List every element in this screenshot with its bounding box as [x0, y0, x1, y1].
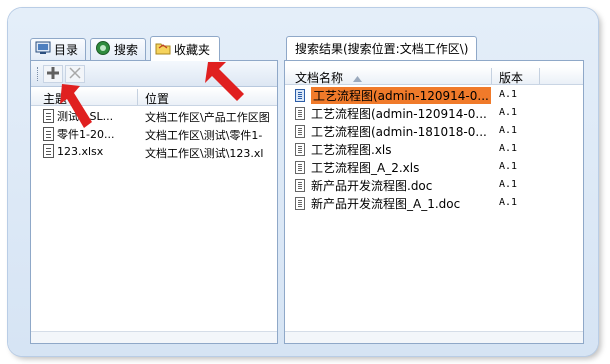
row-document-name: 工艺流程图_A_2.xls: [311, 161, 420, 175]
row-version: A.1: [499, 143, 518, 154]
row-version: A.1: [499, 161, 518, 172]
column-location[interactable]: 位置: [145, 90, 169, 107]
row-location: 文档工作区\测试\123.xl: [145, 147, 264, 160]
tab-favorites-label: 收藏夹: [174, 42, 211, 57]
add-favorite-button[interactable]: [43, 65, 63, 83]
document-icon: [295, 125, 305, 138]
row-document-name: 工艺流程图(admin-120914-0...: [311, 107, 487, 121]
document-icon: [295, 161, 305, 174]
row-version: A.1: [499, 197, 518, 208]
row-version: A.1: [499, 107, 518, 118]
row-document-name: 新产品开发流程图.doc: [311, 179, 433, 193]
folder-icon: [155, 41, 171, 58]
row-location: 文档工作区\测试\零件1-: [145, 129, 263, 142]
tab-catalog-label: 目录: [54, 43, 79, 57]
annotation-arrow-icon: [205, 62, 244, 101]
row-version: A.1: [499, 89, 518, 100]
tab-favorites[interactable]: 收藏夹: [150, 36, 220, 61]
tab-search-label: 搜索: [114, 43, 139, 57]
table-row[interactable]: 新产品开发流程图_A_1.doc A.1: [285, 194, 583, 212]
row-version: A.1: [499, 125, 518, 136]
sort-ascending-icon: [352, 71, 362, 85]
document-icon: [295, 143, 305, 156]
row-version: A.1: [499, 179, 518, 190]
table-row[interactable]: 工艺流程图.xls A.1: [285, 140, 583, 158]
document-icon: [43, 109, 54, 123]
row-document-name: 工艺流程图(admin-181018-0...: [311, 125, 487, 139]
table-row[interactable]: 新产品开发流程图.doc A.1: [285, 176, 583, 194]
row-document-name: 工艺流程图(admin-120914-0...: [311, 87, 491, 104]
remove-favorite-button[interactable]: [65, 65, 85, 83]
catalog-icon: [35, 41, 51, 58]
results-rows: 工艺流程图(admin-120914-0... A.1 工艺流程图(admin-…: [285, 86, 583, 212]
document-icon: [295, 197, 305, 210]
table-row[interactable]: 123.xlsx 文档工作区\测试\123.xl: [31, 143, 277, 161]
column-document-name[interactable]: 文档名称: [295, 69, 362, 86]
table-row[interactable]: 工艺流程图(admin-120914-0... A.1: [285, 104, 583, 122]
table-row[interactable]: 工艺流程图(admin-181018-0... A.1: [285, 122, 583, 140]
row-document-name: 工艺流程图.xls: [311, 143, 392, 157]
tab-search[interactable]: 搜索: [90, 38, 146, 60]
annotation-arrow-icon: [60, 84, 92, 128]
search-icon: [95, 40, 111, 59]
document-icon: [43, 127, 54, 141]
tab-catalog[interactable]: 目录: [30, 38, 86, 60]
document-icon: [295, 107, 305, 120]
spreadsheet-icon: [295, 89, 305, 102]
row-subject: 123.xlsx: [57, 144, 104, 158]
column-version[interactable]: 版本: [499, 69, 523, 86]
toolbar-grip: [37, 67, 39, 81]
row-document-name: 新产品开发流程图_A_1.doc: [311, 197, 461, 211]
delete-icon: [69, 66, 81, 82]
table-row[interactable]: 工艺流程图(admin-120914-0... A.1: [285, 86, 583, 104]
document-icon: [295, 179, 305, 192]
document-icon: [43, 144, 54, 158]
search-results-panel: 文档名称 版本 工艺流程图(admin-120914-0... A.1 工艺流程…: [284, 60, 584, 344]
table-row[interactable]: 工艺流程图_A_2.xls A.1: [285, 158, 583, 176]
right-panel: 搜索结果(搜索位置:文档工作区\) 文档名称 版本 工艺流程图(admin-12…: [284, 36, 584, 344]
horizontal-scrollbar[interactable]: [285, 331, 583, 343]
tab-search-results[interactable]: 搜索结果(搜索位置:文档工作区\): [286, 36, 478, 60]
results-table-header: 文档名称 版本: [285, 67, 583, 85]
horizontal-scrollbar[interactable]: [31, 331, 277, 343]
row-location: 文档工作区\产品工作区图: [145, 111, 270, 124]
add-icon: [47, 66, 59, 82]
